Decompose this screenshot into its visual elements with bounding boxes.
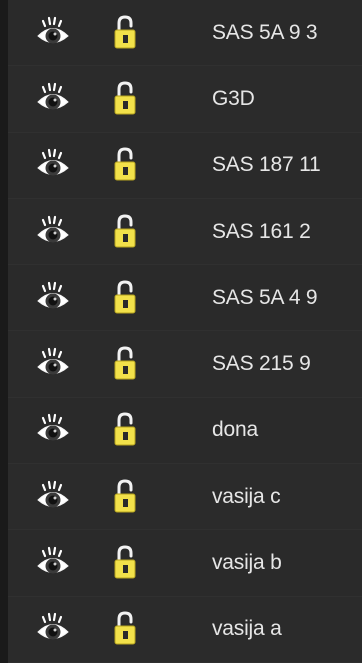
layer-name[interactable]: SAS 161 2: [212, 220, 311, 244]
eye-icon[interactable]: [35, 546, 71, 580]
eye-icon[interactable]: [35, 215, 71, 249]
layer-row[interactable]: vasija b: [8, 530, 362, 597]
layer-name[interactable]: SAS 5A 4 9: [212, 286, 318, 310]
layer-name[interactable]: vasija c: [212, 485, 281, 509]
layer-name[interactable]: vasija b: [212, 551, 282, 575]
unlocked-padlock-icon[interactable]: [108, 146, 142, 184]
layer-row[interactable]: vasija c: [8, 464, 362, 531]
eye-icon[interactable]: [35, 16, 71, 50]
unlocked-padlock-icon[interactable]: [108, 279, 142, 317]
eye-icon[interactable]: [35, 347, 71, 381]
layer-name[interactable]: G3D: [212, 87, 255, 111]
unlocked-padlock-icon[interactable]: [108, 610, 142, 648]
layer-name[interactable]: SAS 187 11: [212, 153, 321, 177]
layer-row[interactable]: dona: [8, 397, 362, 465]
layer-row[interactable]: SAS 5A 4 9: [8, 265, 362, 332]
unlocked-padlock-icon[interactable]: [108, 411, 142, 449]
layer-name[interactable]: SAS 5A 9 3: [212, 21, 318, 45]
unlocked-padlock-icon[interactable]: [108, 213, 142, 251]
layer-row[interactable]: SAS 187 11: [8, 132, 362, 199]
layer-name[interactable]: dona: [212, 418, 258, 442]
layer-row[interactable]: SAS 215 9: [8, 331, 362, 398]
layer-name[interactable]: vasija a: [212, 617, 282, 641]
eye-icon[interactable]: [35, 82, 71, 116]
eye-icon[interactable]: [35, 281, 71, 315]
eye-icon[interactable]: [35, 480, 71, 514]
unlocked-padlock-icon[interactable]: [108, 345, 142, 383]
layer-row[interactable]: SAS 161 2: [8, 198, 362, 266]
layer-row[interactable]: SAS 5A 9 3: [8, 0, 362, 67]
eye-icon[interactable]: [35, 612, 71, 646]
unlocked-padlock-icon[interactable]: [108, 14, 142, 52]
layers-panel: SAS 5A 9 3 G3D SAS 187 11 SAS 161 2 SAS …: [0, 0, 362, 663]
unlocked-padlock-icon[interactable]: [108, 478, 142, 516]
eye-icon[interactable]: [35, 413, 71, 447]
layer-row[interactable]: vasija a: [8, 596, 362, 663]
eye-icon[interactable]: [35, 148, 71, 182]
layer-row[interactable]: G3D: [8, 66, 362, 133]
layer-name[interactable]: SAS 215 9: [212, 352, 311, 376]
unlocked-padlock-icon[interactable]: [108, 544, 142, 582]
unlocked-padlock-icon[interactable]: [108, 80, 142, 118]
